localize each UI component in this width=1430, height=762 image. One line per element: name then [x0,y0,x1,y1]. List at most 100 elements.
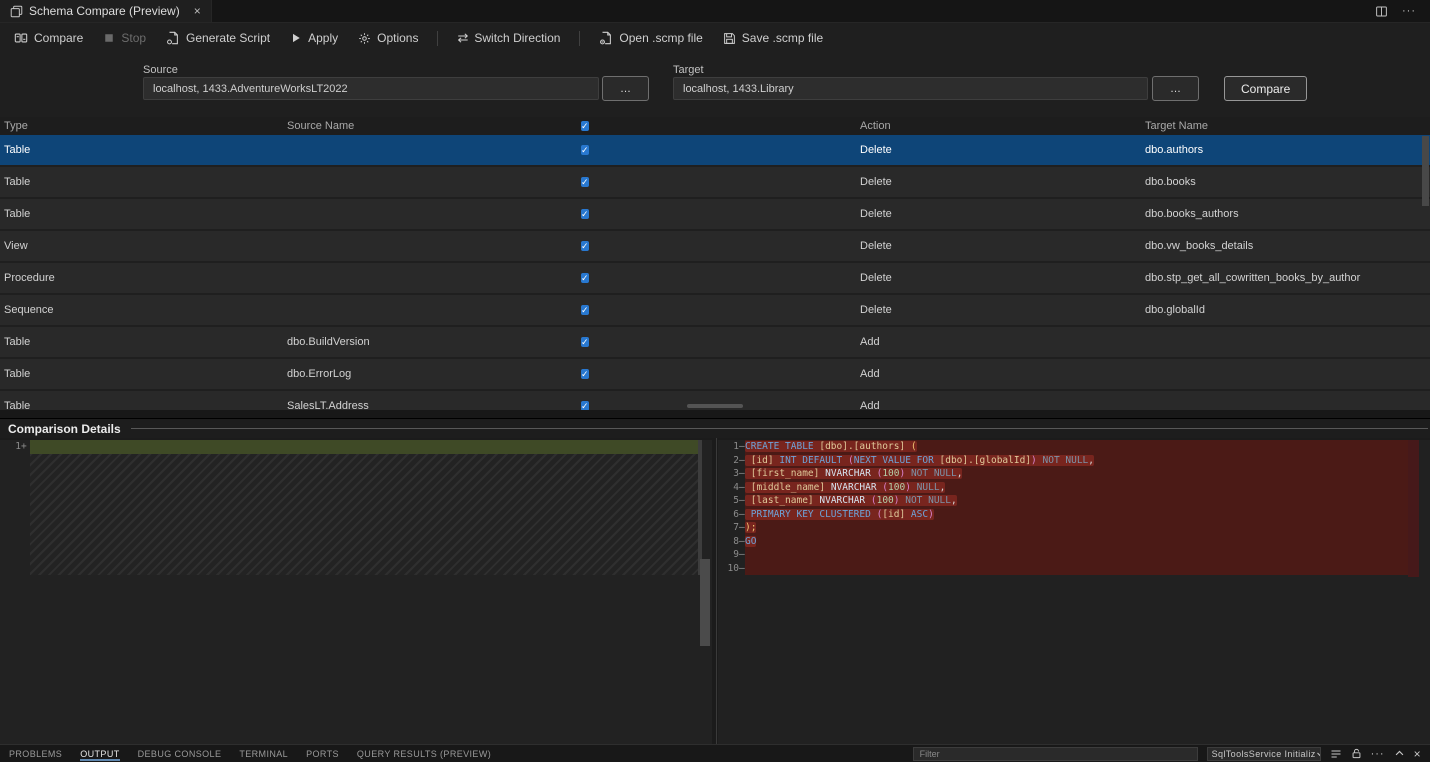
tab-ports[interactable]: PORTS [297,745,348,762]
table-row[interactable]: View Delete dbo.vw_books_details [0,231,1430,263]
generate-script-button[interactable]: Generate Script [156,27,280,49]
row-include-checkbox[interactable] [581,401,589,410]
options-button[interactable]: Options [348,27,428,49]
row-action: Add [860,400,1145,410]
row-type: Table [0,144,287,156]
tab-query-results[interactable]: QUERY RESULTS (PREVIEW) [348,745,500,762]
row-target-name: dbo.globalId [1145,304,1430,316]
stop-icon [103,32,115,44]
tab-title: Schema Compare (Preview) [29,4,180,18]
row-source-name: SalesLT.Address [287,400,574,410]
chevron-up-icon[interactable] [1394,748,1405,759]
row-action: Delete [860,176,1145,188]
editor-actions: ··· [1375,0,1430,22]
tab-problems[interactable]: PROBLEMS [0,745,71,762]
table-row[interactable]: Procedure Delete dbo.stp_get_all_cowritt… [0,263,1430,295]
header-source-name[interactable]: Source Name [287,120,574,132]
source-scrollbar-thumb[interactable] [700,559,710,646]
results-grid: Table Delete dbo.authors Table Delete db… [0,135,1430,410]
split-editor-icon[interactable] [1375,5,1388,18]
row-type: Table [0,400,287,410]
target-input[interactable] [673,77,1148,100]
more-actions-icon[interactable]: ··· [1402,5,1416,17]
row-include-checkbox[interactable] [581,305,589,315]
target-browse-button[interactable]: … [1152,76,1199,101]
results-grid-header: Type Source Name Action Target Name [0,117,1430,135]
tab-output[interactable]: OUTPUT [71,745,128,762]
compare-button[interactable]: Compare [4,27,93,49]
comparison-details-title: Comparison Details [8,422,121,436]
added-line [30,440,698,454]
source-browse-button[interactable]: … [602,76,649,101]
row-target-name: dbo.books [1145,176,1430,188]
tab-terminal[interactable]: TERMINAL [230,745,297,762]
header-target-name[interactable]: Target Name [1145,120,1430,132]
source-input[interactable] [143,77,599,100]
more-icon[interactable]: ··· [1371,748,1385,760]
table-row[interactable]: Sequence Delete dbo.globalId [0,295,1430,327]
row-action: Delete [860,144,1145,156]
comparison-details-section: Comparison Details 1+ 1–2–3–4–5–6–7–8–9–… [0,418,1430,744]
output-channel-select[interactable]: SqlToolsService Initializ [1207,747,1321,761]
schema-compare-toolbar: Compare Stop Generate Script Apply Optio… [0,23,1430,53]
table-row[interactable]: Table Delete dbo.books [0,167,1430,199]
title-rule [131,428,1428,429]
row-action: Delete [860,208,1145,220]
lock-icon[interactable] [1351,748,1362,759]
switch-direction-button[interactable]: ⇄ Switch Direction [447,26,570,50]
close-panel-icon[interactable]: × [1414,747,1421,761]
row-type: Table [0,208,287,220]
select-all-checkbox[interactable] [581,121,589,131]
row-action: Delete [860,304,1145,316]
splitter-drag-handle[interactable] [687,404,743,408]
open-scmp-button[interactable]: Open .scmp file [589,27,712,49]
tab-debug-console[interactable]: DEBUG CONSOLE [129,745,231,762]
toolbar-separator [437,31,438,46]
source-label: Source [143,64,178,76]
table-row[interactable]: Table Delete dbo.authors [0,135,1430,167]
diff-editor: 1+ 1–2–3–4–5–6–7–8–9–10– CREATE TABLE [d… [0,438,1430,744]
horizontal-splitter[interactable] [0,410,1430,418]
target-diff-pane[interactable]: 1–2–3–4–5–6–7–8–9–10– CREATE TABLE [dbo]… [718,440,1430,744]
compare-action-button[interactable]: Compare [1224,76,1307,101]
apply-button[interactable]: Apply [280,27,348,49]
row-type: View [0,240,287,252]
bottom-panel: PROBLEMS OUTPUT DEBUG CONSOLE TERMINAL P… [0,744,1430,762]
source-diff-pane[interactable]: 1+ [0,440,712,744]
open-output-in-editor-icon[interactable] [1330,748,1342,760]
save-scmp-button[interactable]: Save .scmp file [713,27,833,49]
row-include-checkbox[interactable] [581,145,589,155]
source-overview-ruler [698,440,702,575]
tab-close-icon[interactable]: × [194,4,201,18]
row-action: Delete [860,240,1145,252]
row-source-name: dbo.BuildVersion [287,336,574,348]
row-type: Table [0,368,287,380]
table-row[interactable]: Table dbo.BuildVersion Add [0,327,1430,359]
chevron-down-icon [1316,750,1321,758]
script-file-icon [166,31,180,45]
row-action: Add [860,336,1145,348]
row-include-checkbox[interactable] [581,177,589,187]
tab-schema-compare[interactable]: Schema Compare (Preview) × [0,0,212,22]
swap-arrows-icon: ⇄ [457,30,468,46]
row-type: Table [0,336,287,348]
row-include-checkbox[interactable] [581,369,589,379]
table-row[interactable]: Table dbo.ErrorLog Add [0,359,1430,391]
row-include-checkbox[interactable] [581,209,589,219]
diff-overview-ruler [1408,440,1419,577]
play-icon [290,32,302,44]
row-include-checkbox[interactable] [581,241,589,251]
row-type: Procedure [0,272,287,284]
stop-button[interactable]: Stop [93,27,156,49]
row-include-checkbox[interactable] [581,337,589,347]
output-filter-input[interactable] [913,747,1198,761]
table-row[interactable]: Table Delete dbo.books_authors [0,199,1430,231]
header-type[interactable]: Type [0,120,287,132]
missing-lines-hatch [30,454,698,575]
row-type: Sequence [0,304,287,316]
header-action[interactable]: Action [860,120,1145,132]
row-include-checkbox[interactable] [581,273,589,283]
diff-pane-divider [716,438,717,744]
grid-scrollbar-thumb[interactable] [1422,136,1429,206]
source-line-numbers: 1+ [0,440,27,454]
